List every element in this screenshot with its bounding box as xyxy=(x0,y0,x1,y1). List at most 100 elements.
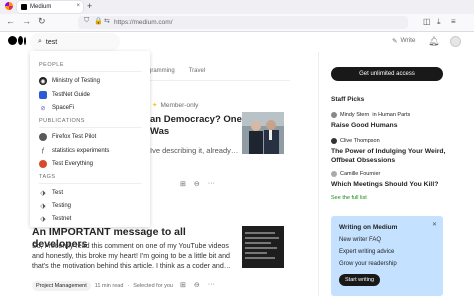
test-everything-icon xyxy=(39,160,47,168)
url-text[interactable]: https://medium.com/ xyxy=(114,19,173,26)
shield-icon[interactable]: ⛉ xyxy=(84,17,89,25)
dropdown-item-label: Ministry of Testing xyxy=(52,78,100,84)
notifications-bell-icon[interactable]: 🔔︎ xyxy=(428,36,439,47)
dropdown-person-item[interactable]: ⊘ SpaceFi xyxy=(39,104,74,112)
show-less-icon[interactable]: ⊖ xyxy=(194,180,200,188)
author-name[interactable]: Mindy Stern xyxy=(340,112,369,118)
article-snippet[interactable]: Ive describing it, already… xyxy=(150,145,240,157)
tab-close-icon[interactable]: × xyxy=(76,3,80,9)
author-name[interactable]: Clive Thompson xyxy=(340,138,380,144)
pick-title[interactable]: Which Meetings Should You Kill? xyxy=(331,180,451,189)
dropdown-item-label: Firefox Test Pilot xyxy=(52,134,97,140)
menu-icon[interactable]: ≡ xyxy=(451,17,456,26)
member-only-label: Member-only xyxy=(160,101,199,109)
article-actions: ⊞ ⊖ ··· xyxy=(180,180,215,188)
article-snippet[interactable]: So, I recently read this comment on one … xyxy=(32,241,237,271)
get-unlimited-access-button[interactable]: Get unlimited access xyxy=(331,67,443,81)
dropdown-item-label: Test Everything xyxy=(52,161,94,167)
reload-icon[interactable]: ↻ xyxy=(38,16,46,27)
browser-tab[interactable]: Medium × xyxy=(17,1,83,13)
search-icon: ⌕ xyxy=(38,38,42,45)
pick-title[interactable]: Raise Good Humans xyxy=(331,121,451,130)
downloads-icon[interactable]: ⤓ xyxy=(437,17,441,27)
dropdown-publication-item[interactable]: Test Everything xyxy=(39,160,93,168)
tag-icon: ⬗ xyxy=(40,190,46,197)
browser-navbar: ← → ↻ ⛉ 🔒 ⇆ https://medium.com/ ◫ ⤓ ≡ xyxy=(0,14,474,32)
staff-picks-title: Staff Picks xyxy=(331,96,365,103)
testnet-guide-icon xyxy=(39,91,47,99)
write-icon: ✎ xyxy=(392,38,398,45)
grow-readership-link[interactable]: Grow your readership xyxy=(339,261,435,267)
show-less-icon[interactable]: ⊖ xyxy=(194,281,200,289)
dropdown-person-item[interactable]: ◉ Ministry of Testing xyxy=(39,77,100,85)
author-avatar xyxy=(331,112,337,118)
medium-favicon-icon xyxy=(21,4,27,10)
avatar[interactable] xyxy=(450,36,461,47)
publication-name[interactable]: in Human Parts xyxy=(372,112,410,118)
pick-title[interactable]: The Power of Indulging Your Weird, Offbe… xyxy=(331,147,451,165)
article-meta: Project Management 11 min read · Selecte… xyxy=(32,281,173,291)
dropdown-publication-item[interactable]: ƒ statistics experiments xyxy=(39,147,109,155)
staff-pick-item[interactable]: Mindy Stern in Human Parts Raise Good Hu… xyxy=(331,112,451,130)
dropdown-publication-item[interactable]: Firefox Test Pilot xyxy=(39,133,96,141)
search-input[interactable]: ⌕ test xyxy=(30,33,120,51)
dropdown-tag-item[interactable]: ⬗ Testnet xyxy=(39,215,71,223)
tab-title: Medium xyxy=(30,4,52,10)
new-tab-button[interactable]: + xyxy=(87,1,92,11)
author-avatar xyxy=(331,171,337,177)
search-value[interactable]: test xyxy=(46,39,57,46)
article-title[interactable]: an Democracy? One Was xyxy=(150,114,250,138)
article-thumbnail[interactable] xyxy=(242,226,284,268)
tag-icon: ⬗ xyxy=(40,216,46,223)
close-icon[interactable]: ✕ xyxy=(432,221,437,228)
more-icon[interactable]: ··· xyxy=(208,281,215,289)
tab-programming[interactable]: gramming xyxy=(148,68,175,74)
more-icon[interactable]: ··· xyxy=(208,180,215,188)
dropdown-item-label: Test xyxy=(52,190,64,196)
forward-icon[interactable]: → xyxy=(22,16,31,26)
author-name[interactable]: Camille Fournier xyxy=(340,171,380,177)
tags-header: TAGS xyxy=(39,174,56,180)
dropdown-person-item[interactable]: TestNet Guide xyxy=(39,91,90,99)
lock-icon[interactable]: 🔒 xyxy=(94,17,103,25)
pocket-icon[interactable]: ◫ xyxy=(423,17,431,26)
expert-advice-link[interactable]: Expert writing advice xyxy=(339,249,435,255)
staff-pick-item[interactable]: Clive Thompson The Power of Indulging Yo… xyxy=(331,138,451,165)
dropdown-item-label: statistics experiments xyxy=(52,148,110,154)
read-time: 11 min read xyxy=(94,283,124,289)
bookmark-icon[interactable]: ⊞ xyxy=(180,281,186,289)
browser-tab-strip: Medium × + xyxy=(0,0,474,14)
writing-card-title: Writing on Medium xyxy=(339,224,398,231)
dropdown-item-label: SpaceFi xyxy=(52,105,75,111)
publications-header: PUBLICATIONS xyxy=(39,118,85,124)
people-header: PEOPLE xyxy=(39,62,65,68)
writer-faq-link[interactable]: New writer FAQ xyxy=(339,237,435,243)
search-dropdown: PEOPLE ◉ Ministry of Testing TestNet Gui… xyxy=(30,51,150,227)
dropdown-tag-item[interactable]: ⬗ Testing xyxy=(39,202,71,210)
dropdown-tag-item[interactable]: ⬗ Test xyxy=(39,189,63,197)
topic-tabs: gramming Travel xyxy=(148,68,205,74)
url-bar[interactable]: ⛉ 🔒 ⇆ https://medium.com/ xyxy=(78,16,408,29)
write-button[interactable]: ✎ Write xyxy=(392,37,416,45)
bookmark-icon[interactable]: ⊞ xyxy=(180,180,186,188)
sidebar-divider xyxy=(318,52,319,296)
start-writing-button[interactable]: Start writing xyxy=(339,274,381,286)
article-actions: ⊞ ⊖ ··· xyxy=(180,281,215,289)
article-thumbnail[interactable] xyxy=(242,112,284,154)
see-full-list-link[interactable]: See the full list xyxy=(331,195,367,201)
tab-travel[interactable]: Travel xyxy=(189,68,205,74)
dropdown-item-label: TestNet Guide xyxy=(52,92,91,98)
dropdown-item-label: Testing xyxy=(52,203,72,209)
writing-on-medium-card: ✕ Writing on Medium New writer FAQ Exper… xyxy=(331,216,443,296)
firefox-menu-icon[interactable] xyxy=(5,2,13,10)
dropdown-item-label: Testnet xyxy=(52,216,72,222)
author-avatar xyxy=(331,138,337,144)
tag-chip[interactable]: Project Management xyxy=(32,281,91,291)
staff-pick-item[interactable]: Camille Fournier Which Meetings Should Y… xyxy=(331,171,451,189)
medium-logo[interactable] xyxy=(8,36,26,45)
selected-label: Selected for you xyxy=(133,283,173,289)
statistics-icon: ƒ xyxy=(41,148,45,154)
firefox-test-pilot-icon xyxy=(39,133,47,141)
permissions-icon[interactable]: ⇆ xyxy=(104,17,110,25)
back-icon[interactable]: ← xyxy=(6,16,15,26)
